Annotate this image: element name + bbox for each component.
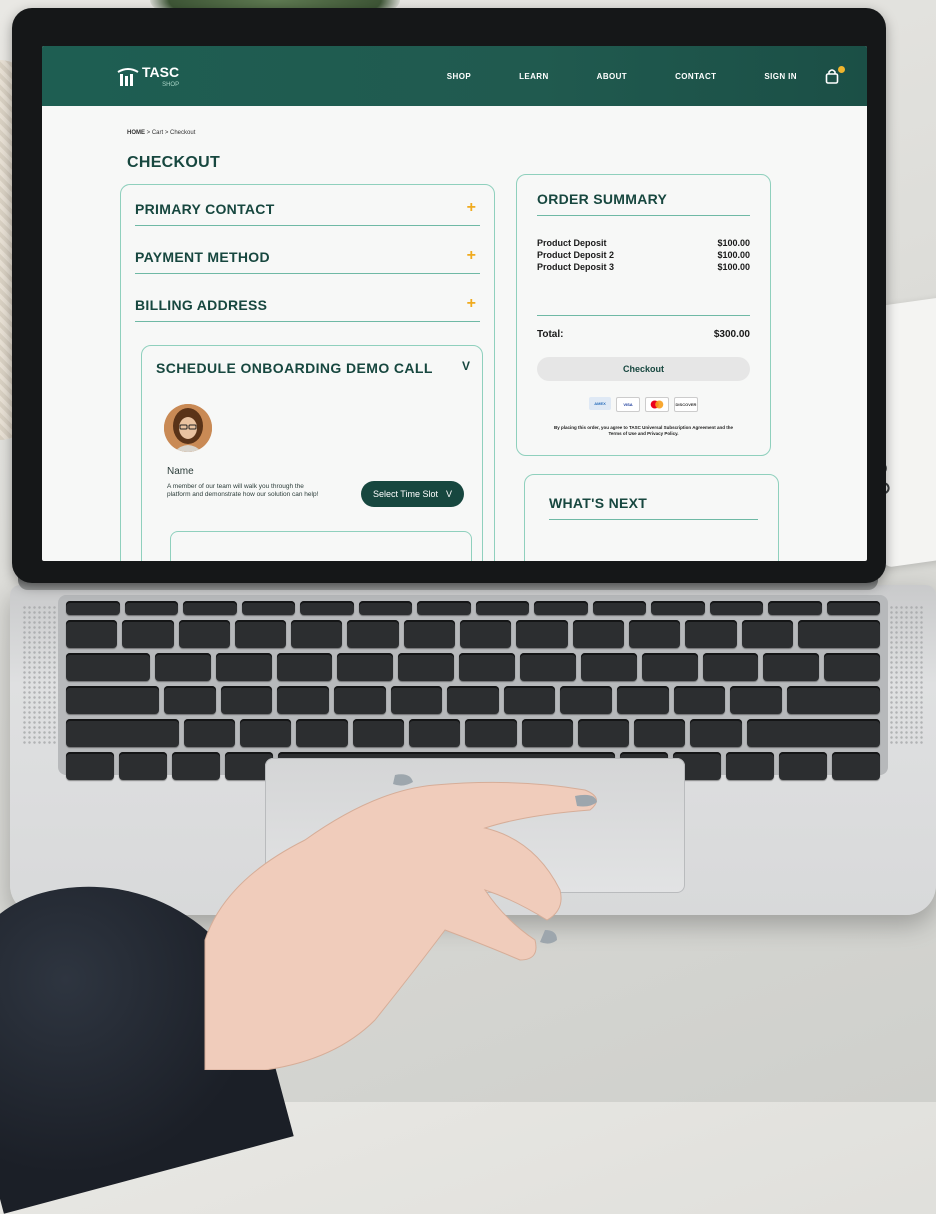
laptop-screen: TASC SHOP SHOP LEARN ABOUT CONTACT SIGN … <box>42 46 867 561</box>
laptop-lid: TASC SHOP SHOP LEARN ABOUT CONTACT SIGN … <box>12 8 886 583</box>
order-summary-title: ORDER SUMMARY <box>537 191 668 207</box>
cart-button[interactable] <box>825 66 845 84</box>
nav-sign-in[interactable]: SIGN IN <box>764 72 797 81</box>
cart-badge <box>838 66 845 73</box>
checkout-label: Checkout <box>622 364 664 374</box>
tasc-logo[interactable]: TASC SHOP <box>117 64 179 88</box>
avatar-portrait-icon <box>164 404 212 452</box>
time-slot-panel <box>170 531 472 561</box>
checkout-form-card: PRIMARY CONTACT + PAYMENT METHOD + BILLI… <box>120 184 495 561</box>
legal-text: By placing this order, you agree to TASC… <box>553 425 734 436</box>
brand-subtitle: SHOP <box>162 82 180 88</box>
payment-method-title: PAYMENT METHOD <box>135 249 270 265</box>
discover-card-icon: DISCOVER <box>674 397 698 412</box>
breadcrumb-trail: > Cart > Checkout <box>145 130 196 136</box>
nav-contact[interactable]: CONTACT <box>675 72 716 81</box>
payment-method-section[interactable]: PAYMENT METHOD + <box>135 233 480 274</box>
divider <box>537 215 750 216</box>
billing-address-section[interactable]: BILLING ADDRESS + <box>135 281 480 322</box>
site-header: TASC SHOP SHOP LEARN ABOUT CONTACT SIGN … <box>42 46 867 106</box>
list-item: Product Deposit 2 $100.00 <box>537 250 750 260</box>
select-time-slot-button[interactable]: Select Time Slot V <box>360 481 464 507</box>
checkout-button[interactable]: Checkout <box>537 357 750 381</box>
whats-next-card: WHAT'S NEXT <box>524 474 779 561</box>
mastercard-icon <box>645 397 669 412</box>
page-title: CHECKOUT <box>127 154 221 171</box>
onboarding-title: SCHEDULE ONBOARDING DEMO CALL <box>156 360 433 376</box>
breadcrumb-home[interactable]: HOME <box>127 130 145 136</box>
amex-card-icon: AMEX <box>589 397 611 410</box>
avatar <box>164 404 212 452</box>
list-item: Product Deposit 3 $100.00 <box>537 262 750 272</box>
expand-plus-icon[interactable]: + <box>467 296 476 312</box>
divider <box>537 315 750 316</box>
rep-description: A member of our team will walk you throu… <box>167 483 319 498</box>
order-total: Total: $300.00 <box>537 329 750 340</box>
nav-about[interactable]: ABOUT <box>597 72 627 81</box>
nav-shop[interactable]: SHOP <box>447 72 471 81</box>
rep-name: Name <box>167 466 194 477</box>
list-item: Product Deposit $100.00 <box>537 238 750 248</box>
order-items: Product Deposit $100.00 Product Deposit 2… <box>537 237 750 273</box>
total-label: Total: <box>537 329 564 340</box>
checkout-page: TASC SHOP SHOP LEARN ABOUT CONTACT SIGN … <box>42 46 867 561</box>
main-nav: SHOP LEARN ABOUT CONTACT SIGN IN <box>399 66 845 84</box>
logo-mark-icon <box>117 68 139 86</box>
primary-contact-title: PRIMARY CONTACT <box>135 201 275 217</box>
brand-name: TASC <box>142 64 180 80</box>
chevron-down-icon: V <box>445 489 452 499</box>
payment-cards: AMEX VISA DISCOVER <box>517 397 770 412</box>
chevron-down-icon[interactable]: V <box>462 359 470 373</box>
keyboard[interactable] <box>58 595 888 780</box>
divider <box>549 519 758 520</box>
billing-address-title: BILLING ADDRESS <box>135 297 268 313</box>
expand-plus-icon[interactable]: + <box>467 200 476 216</box>
onboarding-demo-card: SCHEDULE ONBOARDING DEMO CALL V Name A m… <box>141 345 483 561</box>
nav-learn[interactable]: LEARN <box>519 72 549 81</box>
breadcrumb: HOME > Cart > Checkout <box>127 130 195 136</box>
primary-contact-section[interactable]: PRIMARY CONTACT + <box>135 185 480 226</box>
whats-next-title: WHAT'S NEXT <box>549 495 648 511</box>
shopping-bag-icon <box>825 69 839 84</box>
total-value: $300.00 <box>713 329 750 340</box>
expand-plus-icon[interactable]: + <box>467 248 476 264</box>
hand <box>204 774 597 1070</box>
visa-card-icon: VISA <box>616 397 640 412</box>
select-time-slot-label: Select Time Slot <box>372 489 438 499</box>
order-summary-card: ORDER SUMMARY Product Deposit $100.00 Pro… <box>516 174 771 456</box>
